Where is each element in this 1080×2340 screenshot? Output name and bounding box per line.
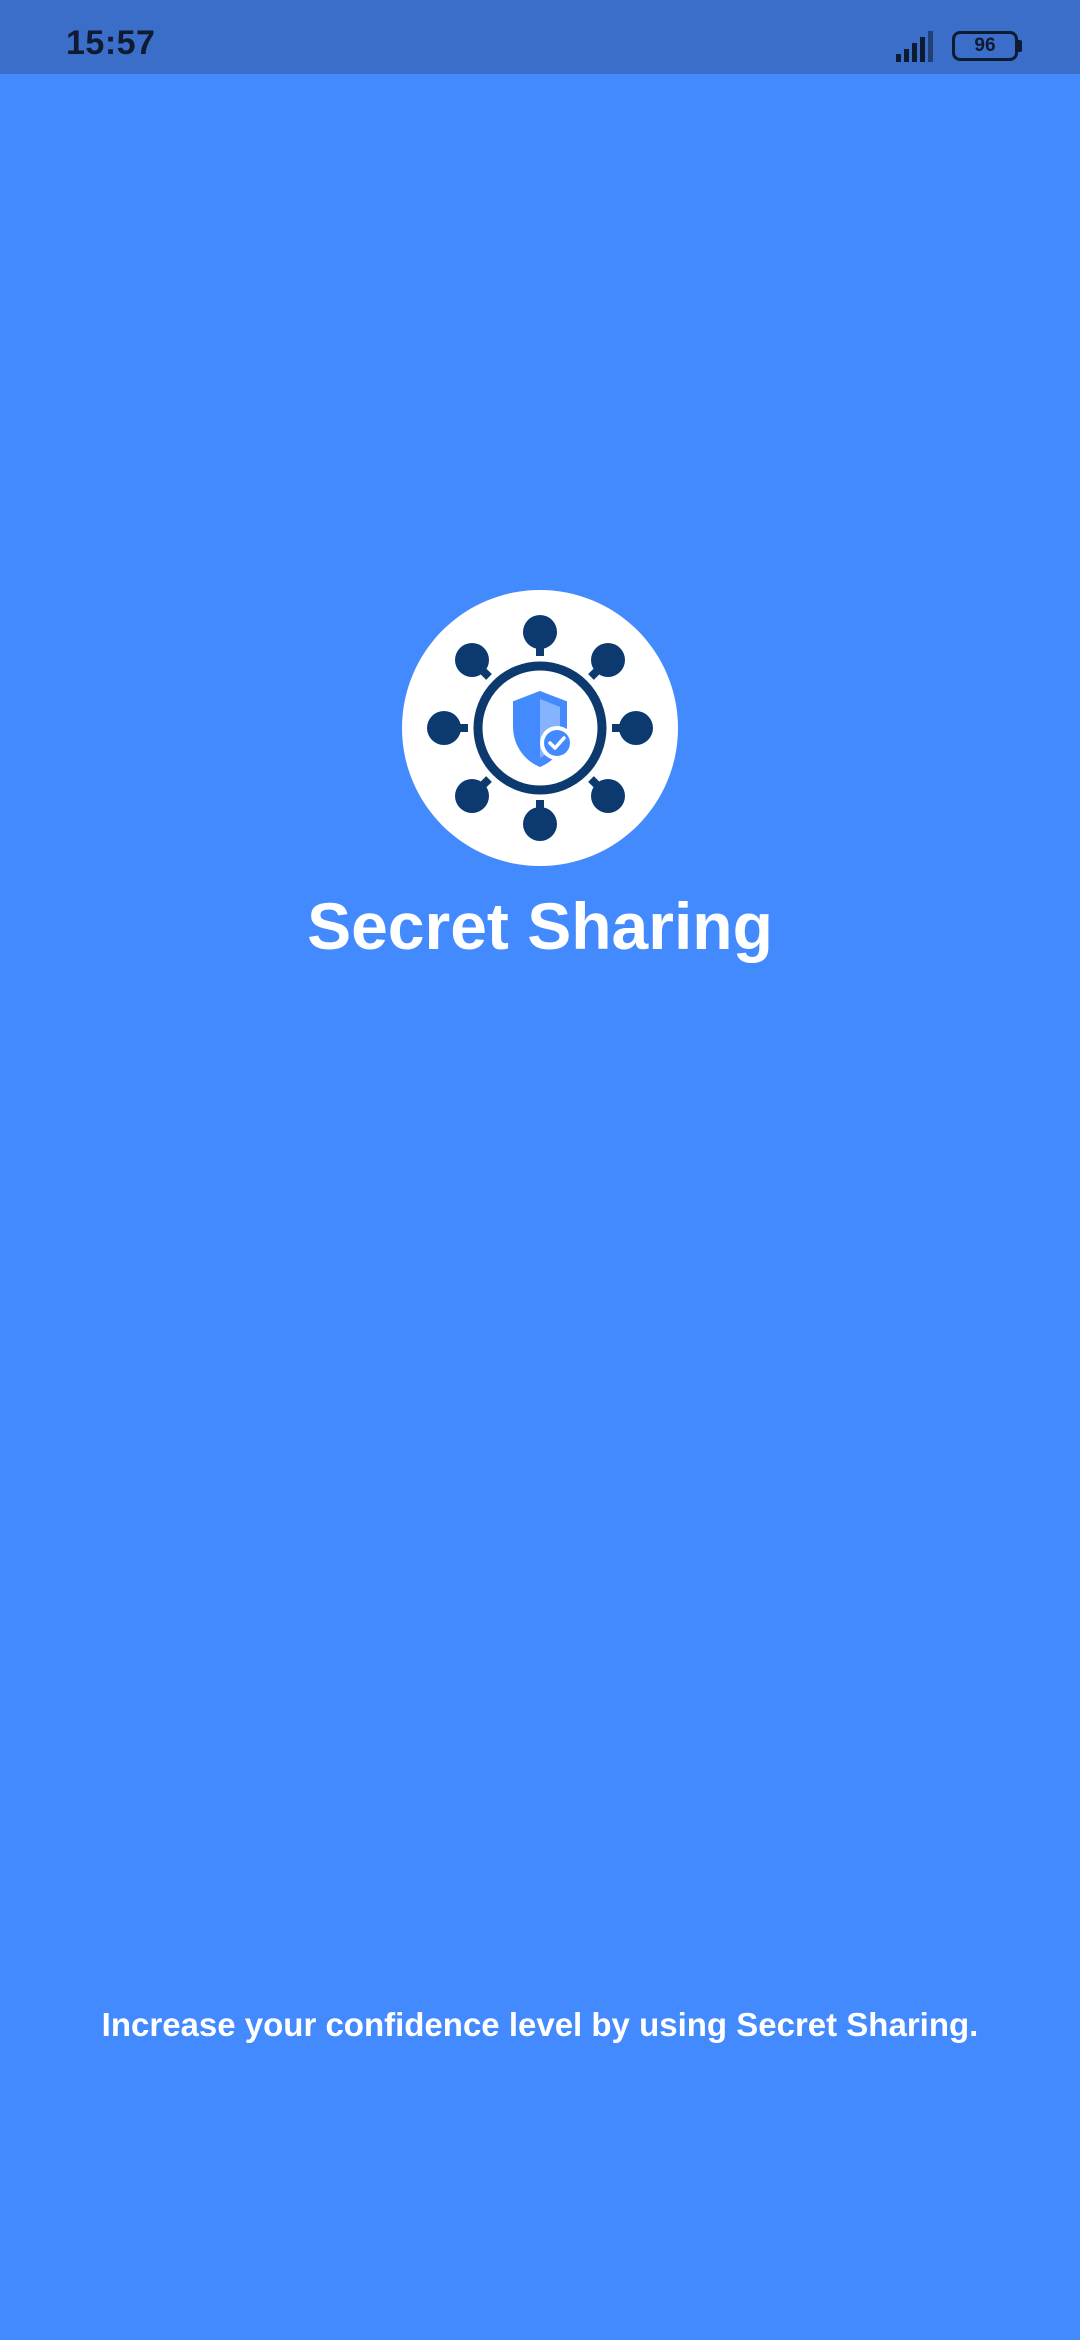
battery-tip	[1018, 40, 1022, 52]
app-title: Secret Sharing	[307, 889, 773, 963]
battery-indicator: 96	[952, 31, 1018, 61]
status-bar: 15:57 96	[0, 0, 1080, 74]
cellular-signal-icon	[896, 31, 933, 62]
network-shield-check-icon	[427, 615, 653, 841]
app-logo	[402, 590, 678, 866]
status-time: 15:57	[66, 24, 156, 62]
tagline-text: Increase your confidence level by using …	[101, 2006, 979, 2043]
battery-level: 96	[974, 35, 996, 56]
